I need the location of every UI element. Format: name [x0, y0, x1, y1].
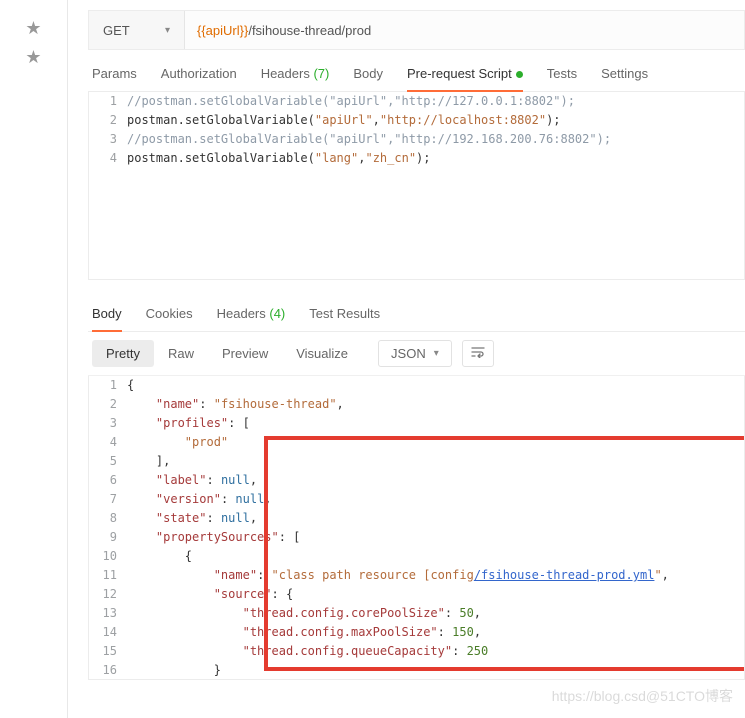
- watermark: https://blog.csd@51CTO博客: [552, 686, 733, 706]
- rtab-test-results[interactable]: Test Results: [309, 306, 380, 331]
- history-sidebar: ★ ★: [0, 0, 68, 718]
- tab-body[interactable]: Body: [353, 66, 383, 91]
- modified-dot-icon: [516, 71, 523, 78]
- response-tabs: Body Cookies Headers (4) Test Results: [88, 290, 745, 332]
- chevron-down-icon: ▾: [165, 25, 170, 36]
- method-label: GET: [103, 23, 130, 38]
- visualize-button[interactable]: Visualize: [282, 340, 362, 367]
- rtab-body[interactable]: Body: [92, 306, 122, 331]
- pretty-button[interactable]: Pretty: [92, 340, 154, 367]
- tab-prerequest-script[interactable]: Pre-request Script: [407, 66, 523, 91]
- request-url-bar: GET ▾ {{apiUrl}}/fsihouse-thread/prod: [88, 10, 745, 50]
- tab-tests[interactable]: Tests: [547, 66, 577, 91]
- star-icon[interactable]: ★: [25, 47, 41, 68]
- main-panel: GET ▾ {{apiUrl}}/fsihouse-thread/prod Pa…: [68, 0, 745, 718]
- response-toolbar: Pretty Raw Preview Visualize JSON ▾: [88, 332, 745, 376]
- response-panel: Body Cookies Headers (4) Test Results Pr…: [88, 290, 745, 680]
- method-dropdown[interactable]: GET ▾: [89, 11, 185, 49]
- chevron-down-icon: ▾: [434, 348, 439, 359]
- url-path: /fsihouse-thread/prod: [248, 23, 371, 38]
- script-editor[interactable]: 1//postman.setGlobalVariable("apiUrl","h…: [88, 92, 745, 280]
- rtab-headers[interactable]: Headers (4): [217, 306, 286, 331]
- wrap-lines-button[interactable]: [462, 340, 494, 367]
- response-editor[interactable]: 1{2 "name": "fsihouse-thread",3 "profile…: [88, 376, 745, 680]
- url-input[interactable]: {{apiUrl}}/fsihouse-thread/prod: [185, 11, 744, 49]
- preview-button[interactable]: Preview: [208, 340, 282, 367]
- tab-headers[interactable]: Headers (7): [261, 66, 330, 91]
- tab-authorization[interactable]: Authorization: [161, 66, 237, 91]
- wrap-icon: [471, 346, 485, 358]
- raw-button[interactable]: Raw: [154, 340, 208, 367]
- rtab-cookies[interactable]: Cookies: [146, 306, 193, 331]
- view-mode-segment: Pretty Raw Preview Visualize: [92, 340, 362, 367]
- url-variable: {{apiUrl}}: [197, 23, 248, 38]
- tab-params[interactable]: Params: [92, 66, 137, 91]
- star-icon[interactable]: ★: [25, 18, 41, 39]
- tab-settings[interactable]: Settings: [601, 66, 648, 91]
- format-dropdown[interactable]: JSON ▾: [378, 340, 452, 367]
- request-tabs: Params Authorization Headers (7) Body Pr…: [88, 50, 745, 92]
